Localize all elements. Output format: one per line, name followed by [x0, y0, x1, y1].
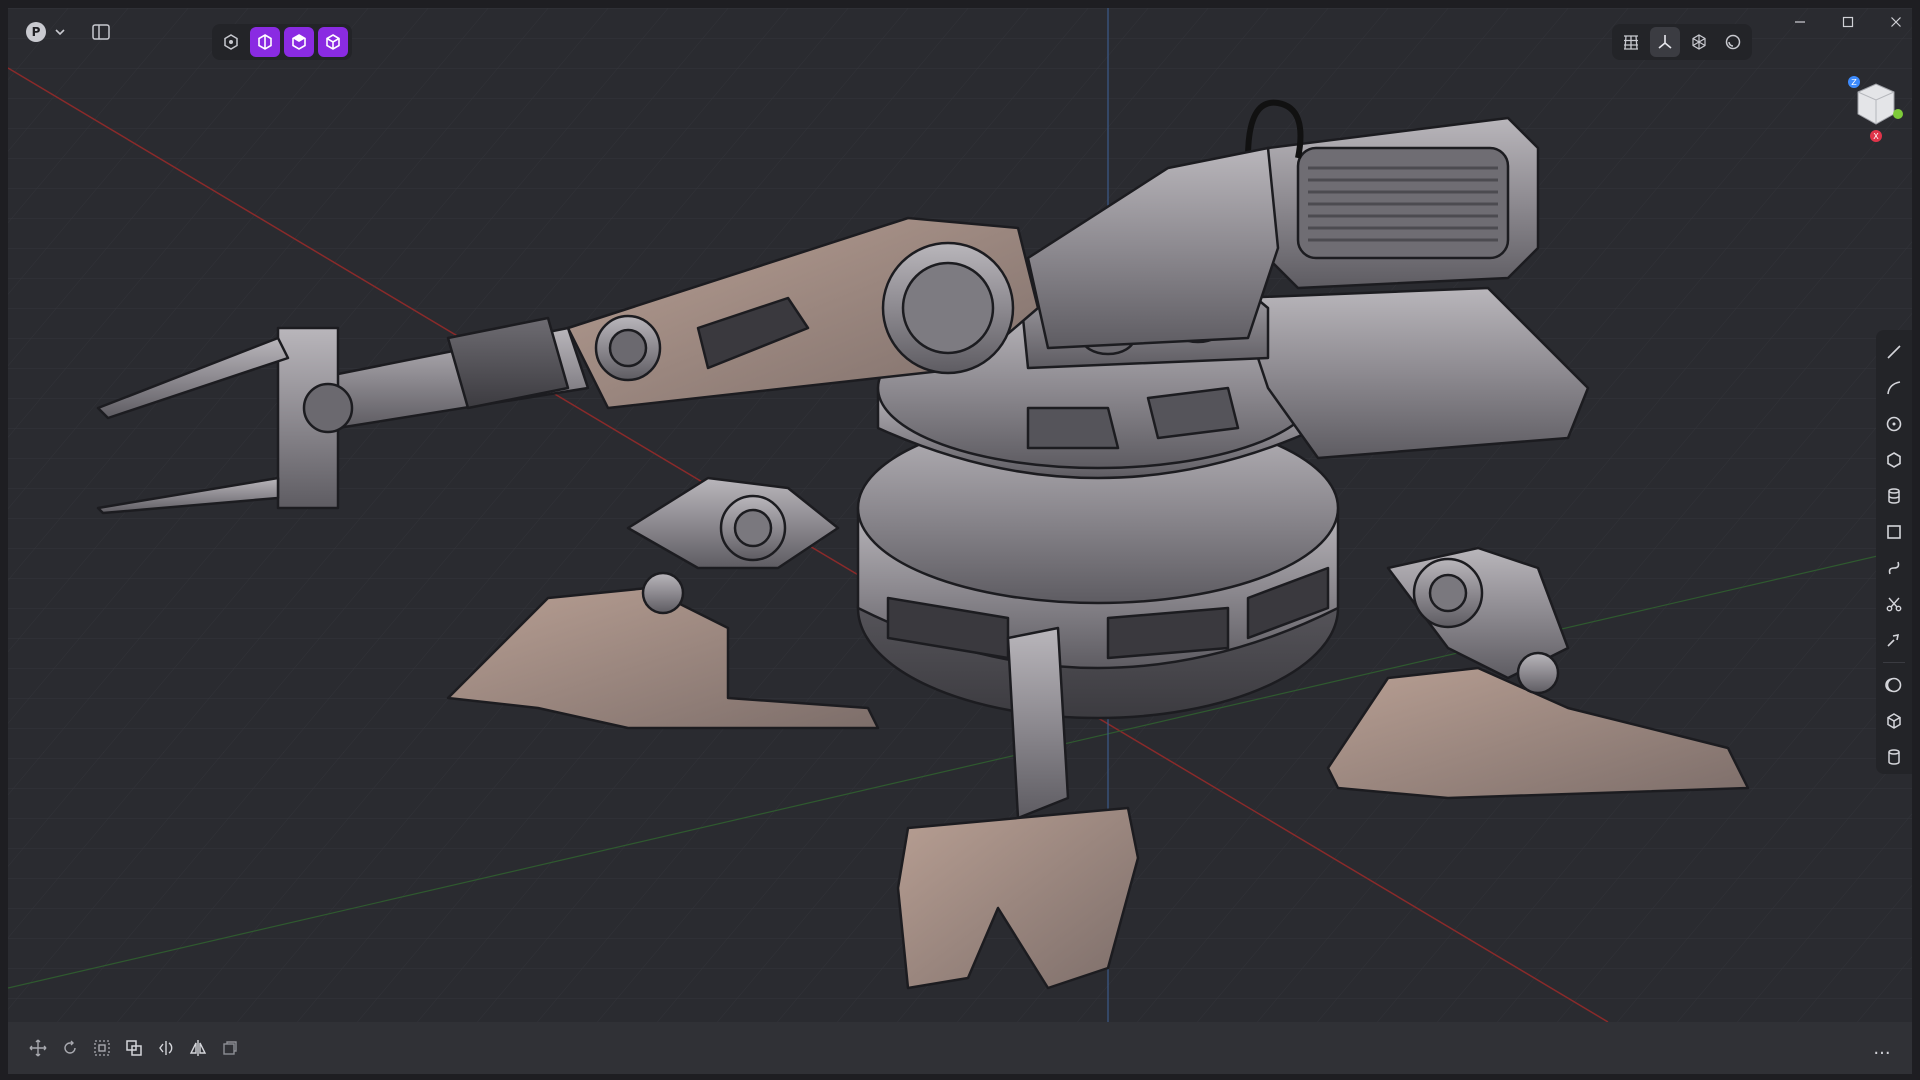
spline-tool-icon[interactable]	[1879, 552, 1909, 584]
transform-tools	[22, 1032, 246, 1064]
robot-turret-model[interactable]	[8, 8, 1912, 1022]
top-left-controls: P	[26, 18, 110, 46]
move-tool-icon[interactable]	[22, 1032, 54, 1064]
window-controls	[1776, 6, 1920, 38]
view-orientation-gizmo[interactable]: Z X	[1844, 74, 1908, 146]
cylinder-stack-icon[interactable]	[1879, 480, 1909, 512]
box-icon[interactable]	[1879, 705, 1909, 737]
object-select-icon[interactable]	[318, 27, 348, 57]
maximize-icon[interactable]	[1824, 6, 1872, 38]
view-toolbar	[1612, 24, 1752, 60]
scale-tool-icon[interactable]	[86, 1032, 118, 1064]
circle-tool-icon[interactable]	[1879, 408, 1909, 440]
wireframe-sphere-icon[interactable]	[1684, 27, 1714, 57]
polygon-tool-icon[interactable]	[1879, 444, 1909, 476]
edge-select-icon[interactable]	[250, 27, 280, 57]
minimize-icon[interactable]	[1776, 6, 1824, 38]
toolbar-divider	[1883, 662, 1905, 663]
bottom-toolbar: ...	[8, 1022, 1912, 1074]
app-window: P Z X ...	[0, 0, 1920, 1080]
sidebar-toggle-icon[interactable]	[92, 24, 110, 40]
cylinder-icon[interactable]	[1879, 741, 1909, 773]
snap-copy-icon[interactable]	[214, 1032, 246, 1064]
shading-icon[interactable]	[1718, 27, 1748, 57]
rotate-tool-icon[interactable]	[54, 1032, 86, 1064]
3d-viewport[interactable]: P Z X	[8, 8, 1912, 1022]
knife-tool-icon[interactable]	[1879, 624, 1909, 656]
vertex-select-icon[interactable]	[216, 27, 246, 57]
mirror-icon[interactable]	[182, 1032, 214, 1064]
modeling-tools-sidebar	[1876, 330, 1912, 774]
grid-icon[interactable]	[1616, 27, 1646, 57]
axes-icon[interactable]	[1650, 27, 1680, 57]
scissors-icon[interactable]	[1879, 588, 1909, 620]
duplicate-icon[interactable]	[118, 1032, 150, 1064]
chevron-down-icon[interactable]	[54, 26, 66, 38]
more-options-button[interactable]: ...	[1866, 1032, 1898, 1064]
face-select-icon[interactable]	[284, 27, 314, 57]
line-tool-icon[interactable]	[1879, 336, 1909, 368]
square-tool-icon[interactable]	[1879, 516, 1909, 548]
mirror-rotate-icon[interactable]	[150, 1032, 182, 1064]
selection-mode-toolbar	[212, 24, 352, 60]
gizmo-z-label: Z	[1851, 78, 1857, 87]
curve-tool-icon[interactable]	[1879, 372, 1909, 404]
shell-icon[interactable]	[1879, 669, 1909, 701]
close-icon[interactable]	[1872, 6, 1920, 38]
profile-avatar-icon[interactable]: P	[26, 22, 46, 42]
gizmo-x-label: X	[1873, 132, 1879, 141]
